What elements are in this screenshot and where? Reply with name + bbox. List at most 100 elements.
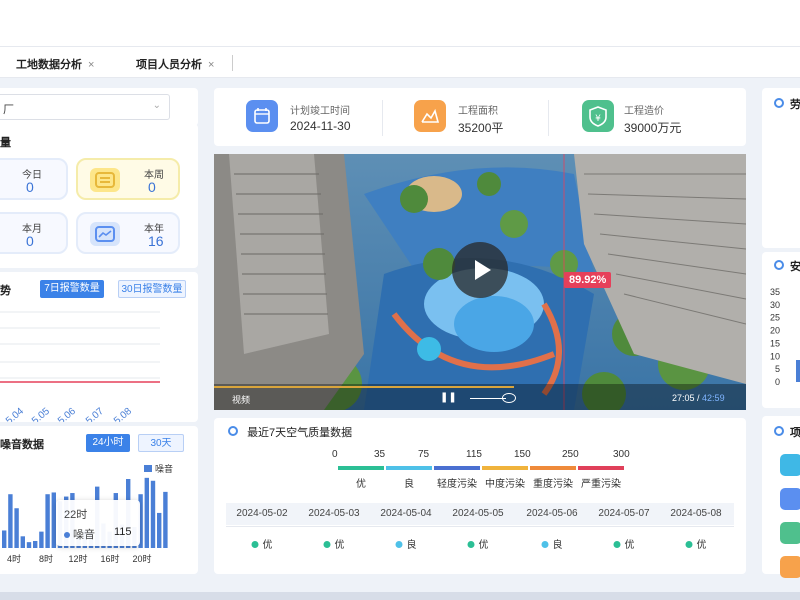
close-icon[interactable]: × (88, 59, 94, 71)
tab-personnel[interactable]: 项目人员分析 × (136, 56, 214, 72)
svg-text:¥: ¥ (595, 114, 601, 124)
24h-button[interactable]: 24小时 (86, 434, 130, 452)
noise-title: 噪音数据 (0, 439, 44, 451)
calendar-icon (246, 100, 278, 132)
aqi-level-label: 轻度污染 (437, 479, 477, 490)
alarm-stats-title: 量 (0, 137, 11, 149)
tab-site-data[interactable]: 工地数据分析 × (16, 56, 94, 72)
x-tick-label: 20时 (132, 553, 151, 564)
aqi-value-label: 优 (696, 540, 707, 551)
aqi-level-label: 优 (356, 479, 366, 490)
stat-week: 本周 0 (76, 158, 180, 200)
aqi-value-cell: 良 (395, 536, 417, 551)
top-header (0, 0, 800, 46)
aqi-value-cell: 优 (251, 536, 273, 551)
aqi-value-cell: 优 (613, 536, 635, 551)
metric-label: 工程造价 (624, 106, 664, 117)
metric-value: 35200平 (458, 121, 504, 135)
y-tick-label: 5 (775, 364, 780, 374)
y-tick-label: 0 (775, 377, 780, 387)
quick-app-icon[interactable] (780, 556, 800, 578)
date-cell: 2024-05-04 (380, 508, 432, 519)
right-card-title: 劳 (790, 99, 800, 111)
quick-app-icon[interactable] (780, 522, 800, 544)
tab-bar: 工地数据分析 × 项目人员分析 × (0, 46, 800, 78)
tab-label: 工地数据分析 (16, 59, 82, 71)
close-icon[interactable]: × (208, 59, 214, 71)
noise-bar (26, 542, 32, 548)
site-select[interactable]: 厂 ⌄ (0, 94, 170, 120)
total-duration: 42:59 (702, 393, 725, 403)
site-select-value: 厂 (3, 104, 14, 116)
play-button[interactable] (452, 242, 508, 298)
target-icon (774, 426, 784, 436)
noise-bar (33, 540, 38, 548)
site-video-player[interactable]: 89.92% 视频 ❚❚ 27:05 / 42:59 (214, 154, 746, 410)
air-quality-title-row: 最近7天空气质量数据 (228, 424, 352, 440)
noise-bar (157, 512, 162, 548)
aqi-level-segment (338, 466, 384, 470)
volume-track[interactable] (470, 398, 506, 399)
y-tick-label: 20 (770, 326, 780, 336)
right-card-title-row: 项 (774, 424, 800, 440)
stat-today: 今日 0 (0, 158, 68, 200)
thirty-day-alarm-button[interactable]: 30日报警数量 (118, 280, 186, 298)
quick-app-icon[interactable] (780, 454, 800, 476)
volume-knob-icon[interactable] (502, 393, 516, 403)
stat-value: 0 (148, 179, 156, 195)
noise-bar (45, 494, 50, 548)
status-dot (685, 541, 693, 548)
metric-value: 39000万元 (624, 121, 682, 135)
30-day-button[interactable]: 30天 (138, 434, 184, 452)
metric-label: 计划竣工时间 (290, 106, 350, 117)
target-icon (774, 260, 784, 270)
target-icon (774, 98, 784, 108)
aqi-value-cell: 优 (323, 536, 345, 551)
status-dot (251, 541, 259, 548)
right-bar (796, 360, 800, 382)
seven-day-alarm-button[interactable]: 7日报警数量 (40, 280, 104, 298)
stat-value: 0 (26, 179, 34, 195)
metric-label: 工程面积 (458, 106, 498, 117)
x-tick-label: 5.07 (84, 406, 106, 422)
video-time: 27:05 / 42:59 (672, 393, 725, 403)
x-tick-label: 8时 (39, 553, 53, 564)
y-tick-label: 15 (770, 338, 780, 348)
y-tick-label: 35 (770, 287, 780, 297)
aqi-scale-number: 250 (562, 449, 579, 460)
table-divider (226, 526, 734, 527)
x-tick-label: 5.08 (112, 406, 134, 422)
video-label: 视频 (232, 395, 251, 405)
aqi-level-segment (434, 466, 480, 470)
aqi-level-segment (482, 466, 528, 470)
aqi-value-label: 良 (552, 540, 563, 551)
stat-value: 0 (26, 233, 34, 249)
price-shield-icon: ¥ (582, 100, 614, 132)
air-quality-title: 最近7天空气质量数据 (247, 427, 353, 439)
tooltip-value: 115 (114, 526, 132, 538)
date-cell: 2024-05-07 (598, 508, 650, 519)
stat-month: 本月 0 (0, 212, 68, 254)
noise-bar (39, 531, 44, 548)
calendar-week-icon (90, 168, 120, 192)
chevron-down-icon: ⌄ (152, 100, 161, 111)
y-tick-label: 10 (770, 351, 780, 361)
current-time: 27:05 (672, 393, 695, 403)
quick-app-icon[interactable] (780, 488, 800, 510)
aqi-value-label: 优 (262, 540, 273, 551)
pause-icon[interactable]: ❚❚ (440, 392, 457, 403)
tab-label: 项目人员分析 (136, 59, 202, 71)
aqi-value-label: 优 (334, 540, 345, 551)
aqi-value-cell: 良 (541, 536, 563, 551)
aqi-scale-number: 35 (374, 449, 386, 460)
tooltip-dot (64, 532, 70, 538)
noise-bar (2, 530, 7, 548)
aqi-value-cell: 优 (685, 536, 707, 551)
tooltip-label: 噪音 (73, 529, 95, 541)
aqi-level-segment (530, 466, 576, 470)
aqi-value-label: 优 (624, 540, 635, 551)
aqi-level-segment (578, 466, 624, 470)
status-dot (541, 541, 549, 548)
date-cell: 2024-05-02 (236, 508, 288, 519)
project-metrics-card (214, 88, 746, 146)
